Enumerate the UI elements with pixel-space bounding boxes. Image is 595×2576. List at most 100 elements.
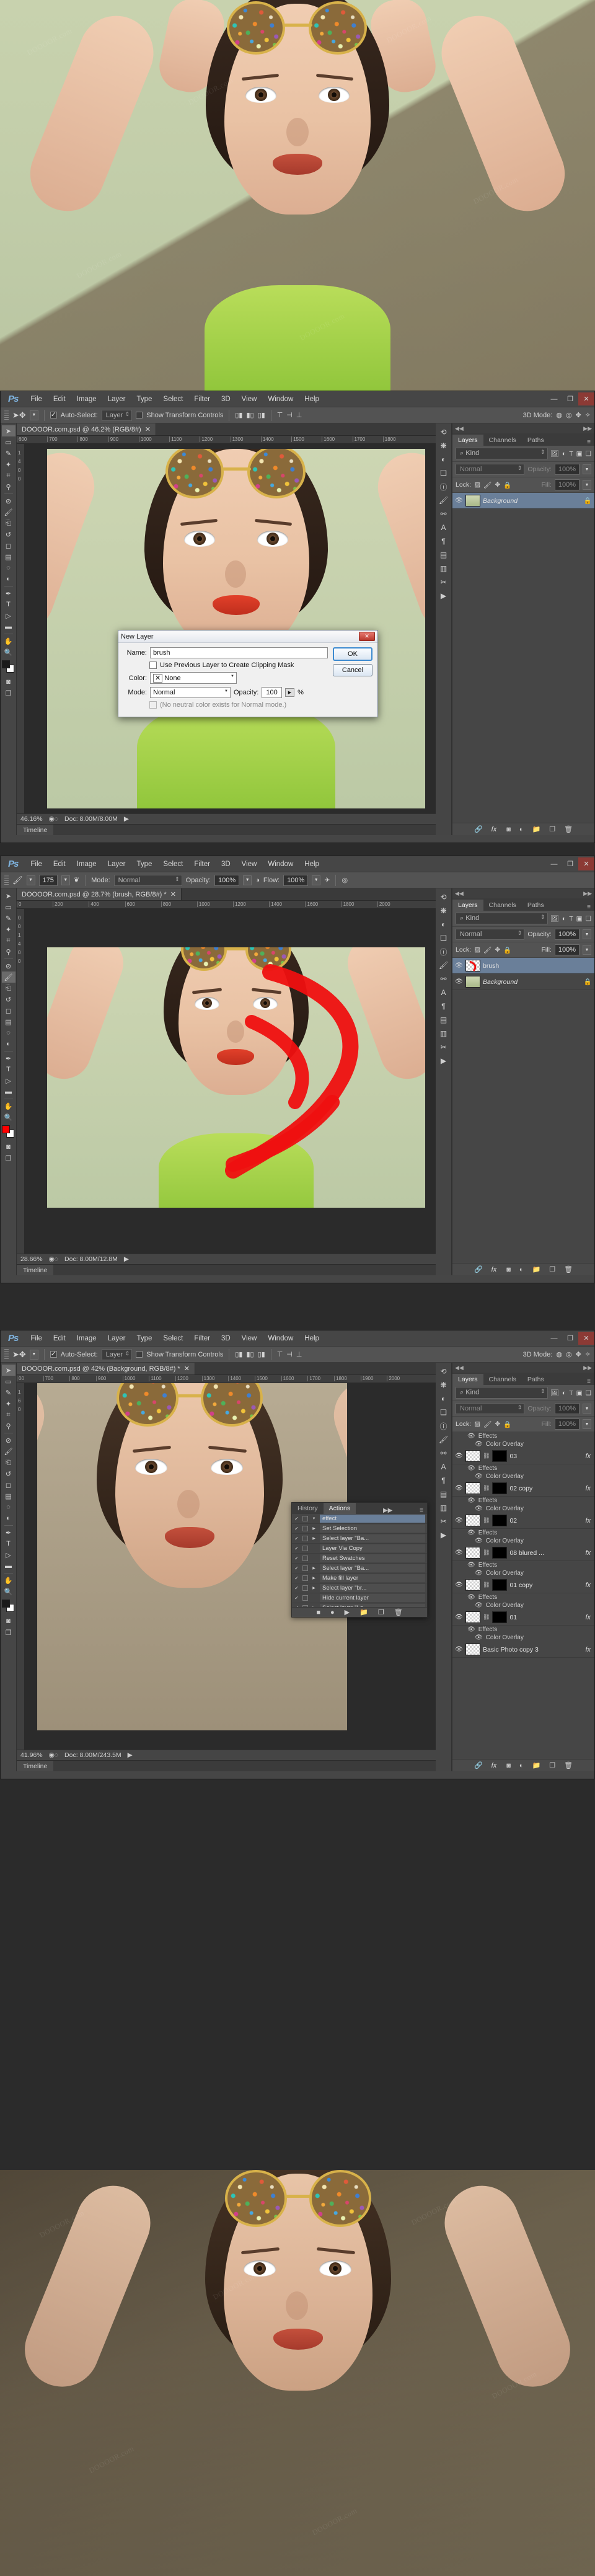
panel-menu-icon[interactable]: ≡ [583,904,594,911]
action-dialog-toggle[interactable] [302,1536,308,1541]
new-group-icon[interactable]: 📁 [532,825,541,833]
notes-panel-icon[interactable]: ▥ [437,1027,451,1040]
fill-dropdown-3[interactable]: ▼ [583,1419,591,1429]
tool-preset-dropdown[interactable]: ▼ [29,410,38,420]
layer-style-fx-icon[interactable]: fx [491,826,498,833]
play-icon[interactable]: ▶ [345,1608,350,1616]
document-tab-2[interactable]: DOOOOR.com.psd @ 28.7% (brush, RGB/8#) *… [17,888,182,900]
auto-select-scope-select[interactable]: Layer [101,1348,133,1360]
tab-channels[interactable]: Channels [483,1374,522,1385]
layer-name[interactable]: 01 [509,1614,583,1621]
layer-visibility-icon[interactable]: 👁 [455,1485,463,1492]
layer-name[interactable]: Basic Photo copy 3 [483,1646,583,1653]
add-mask-icon[interactable]: ◙ [506,1266,511,1273]
action-dialog-toggle[interactable] [302,1575,308,1581]
delete-layer-icon[interactable]: 🗑 [564,825,573,833]
effects-visibility-icon[interactable]: 👁 [467,1594,475,1601]
menu-file[interactable]: File [25,858,47,870]
menu-window[interactable]: Window [263,858,298,870]
filter-adjustment-layers-icon[interactable]: ◐ [562,915,566,923]
character-panel-icon[interactable]: A [437,986,451,999]
delete-layer-icon[interactable]: 🗑 [564,1265,573,1273]
effects-visibility-icon[interactable]: 👁 [467,1626,475,1633]
tab-paths[interactable]: Paths [522,435,550,446]
tool-move[interactable]: ➤ [2,890,15,901]
actions-panel-icon[interactable]: ▶ [437,590,451,602]
tool-marquee[interactable]: ▭ [2,901,15,913]
menu-layer[interactable]: Layer [103,393,131,405]
tool-path-select[interactable]: ▷ [2,610,15,621]
action-enabled-check[interactable]: ✓ [294,1556,299,1561]
tab-channels[interactable]: Channels [483,435,522,446]
align-vertical-centers-icon[interactable]: ⊣ [286,1350,293,1358]
notes-panel-icon[interactable]: ▥ [437,562,451,575]
brush-size-dropdown[interactable]: ▼ [61,875,70,885]
table-row[interactable]: 👁 ⛓ 01 fx [452,1609,594,1626]
3d-pan-icon[interactable]: ✥ [576,1350,581,1358]
action-enabled-check[interactable]: ✓ [294,1536,299,1541]
document-tab-1[interactable]: DOOOOR.com.psd @ 46.2% (RGB/8#) ✕ [17,423,156,435]
action-label[interactable]: Set Selection [320,1525,425,1533]
tab-history[interactable]: History [292,1503,324,1514]
3d-slide-icon[interactable]: ✧ [585,1350,591,1358]
layer-effect-item[interactable]: 👁 Color Overlay [452,1601,594,1609]
layer-comps-panel-icon[interactable]: ❑ [437,932,451,944]
history-actions-panel[interactable]: History Actions ▶▶ ≡ ✓ ▼ effect ✓ ▶ Set Selec… [291,1502,428,1618]
tool-pen[interactable]: ✒ [2,1527,15,1538]
menu-3d[interactable]: 3D [216,393,236,405]
layer-name[interactable]: Background [483,978,581,986]
tool-rectangle[interactable]: ▬ [2,621,15,632]
layer-effect-item[interactable]: 👁 Color Overlay [452,1505,594,1513]
menu-window[interactable]: Window [263,393,298,405]
action-label[interactable]: Select layer "Ba... [320,1564,425,1572]
op acity-value-3[interactable]: 100% [554,1403,580,1414]
expand-triangle-icon[interactable]: ▶ [311,1566,317,1570]
layer-visibility-icon[interactable]: 👁 [455,1582,463,1588]
filter-type-layers-icon[interactable]: T [569,915,573,923]
dialog-close-button[interactable]: ✕ [359,632,375,641]
layer-style-fx-icon[interactable]: fx [585,1582,592,1589]
effects-visibility-icon[interactable]: 👁 [467,1433,475,1440]
collapse-left-icon[interactable]: ◀◀ [455,1365,464,1371]
tool-rectangle[interactable]: ▬ [2,1560,15,1572]
document-tab-3[interactable]: DOOOOR.com.psd @ 42% (Background, RGB/8#… [17,1363,195,1374]
filter-smart-objects-icon[interactable]: ❏ [586,1389,591,1397]
adjustments-panel-icon[interactable]: ◐ [437,453,451,466]
adjustments-panel-icon[interactable]: ◐ [437,1392,451,1405]
menu-select[interactable]: Select [158,393,188,405]
menu-filter[interactable]: Filter [189,393,215,405]
filter-pixel-layers-icon[interactable]: 🖼 [551,1389,559,1397]
auto-select-checkbox[interactable] [50,410,57,418]
tool-crop[interactable]: ⌗ [2,1409,15,1420]
action-label[interactable]: effect [320,1515,425,1523]
add-mask-icon[interactable]: ◙ [506,1762,511,1769]
foreground-color-swatch[interactable] [1,1600,10,1608]
blend-mode-select[interactable]: Normal [150,687,231,698]
layers-list-3[interactable]: 👁 Effects 👁 Color Overlay 👁 ⛓ 03 fx 👁 Effects 👁 Col… [452,1432,594,1759]
mask-link-icon[interactable]: ⛓ [483,1517,490,1524]
layer-filter-kind-select[interactable]: ⌕ Kind [456,448,548,459]
layer-comps-panel-icon[interactable]: ❑ [437,467,451,479]
opacity-dropdown-3[interactable]: ▼ [583,1404,591,1414]
styles-panel-icon[interactable]: ▤ [437,1488,451,1500]
layer-style-fx-icon[interactable]: fx [585,1485,592,1492]
move-tool-icon[interactable]: ➤✥ [12,1350,26,1360]
tool-move[interactable]: ➤ [1,1365,15,1376]
info-panel-icon[interactable]: ⓘ [437,1420,451,1432]
menu-view[interactable]: View [237,393,262,405]
effect-visibility-icon[interactable]: 👁 [475,1602,483,1609]
color-panel-icon[interactable]: ❋ [437,905,451,917]
link-layers-icon[interactable]: 🔗 [474,1761,483,1769]
list-item[interactable]: ✓ ▶ Set Selection [292,1524,427,1534]
tool-screen-mode[interactable]: ❐ [2,1153,15,1164]
expand-triangle-icon[interactable]: ▶ [311,1606,317,1607]
layer-visibility-icon[interactable]: 👁 [455,1453,463,1459]
layer-style-fx-icon[interactable]: fx [585,1453,592,1460]
airbrush-icon[interactable]: ✈ [324,876,330,884]
menu-layer[interactable]: Layer [103,858,131,870]
menu-help[interactable]: Help [299,393,324,405]
proof-icon[interactable]: ◉◌ [49,1751,58,1759]
mask-link-icon[interactable]: ⛓ [483,1485,490,1492]
show-transform-checkbox[interactable] [136,1351,143,1358]
3d-slide-icon[interactable]: ✧ [585,411,591,419]
